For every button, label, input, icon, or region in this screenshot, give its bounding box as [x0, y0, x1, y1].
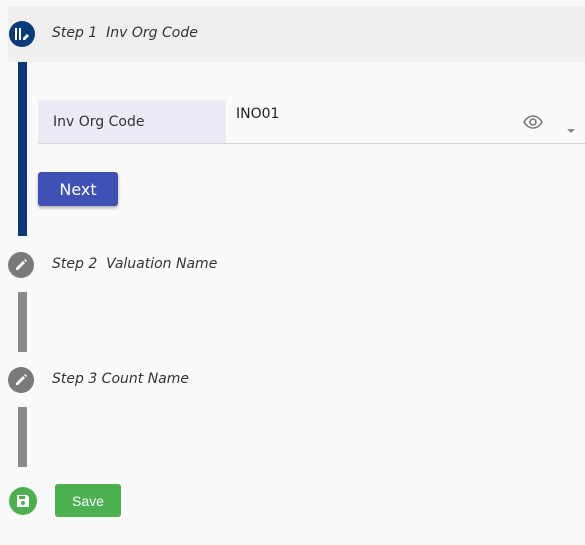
step3-title: Step 3 Count Name — [52, 371, 190, 387]
save-button[interactable]: Save — [55, 484, 121, 517]
caret-down-icon[interactable] — [566, 119, 576, 138]
inv-org-code-label: Inv Org Code — [38, 100, 226, 144]
pencil-icon[interactable] — [8, 367, 34, 393]
step2-rail — [18, 292, 27, 352]
edit-stepper-icon[interactable] — [9, 21, 35, 47]
step3-rail — [18, 407, 27, 467]
step2-title: Step 2 Valuation Name — [52, 256, 218, 272]
floppy-disk-icon[interactable] — [9, 487, 37, 515]
field-underline — [38, 143, 585, 144]
eye-icon[interactable] — [523, 114, 543, 133]
step1-title: Step 1 Inv Org Code — [52, 25, 198, 41]
step1-rail — [18, 62, 27, 236]
next-button[interactable]: Next — [38, 172, 118, 206]
pencil-icon[interactable] — [8, 252, 34, 278]
inv-org-code-input[interactable]: INO01 — [236, 106, 279, 122]
